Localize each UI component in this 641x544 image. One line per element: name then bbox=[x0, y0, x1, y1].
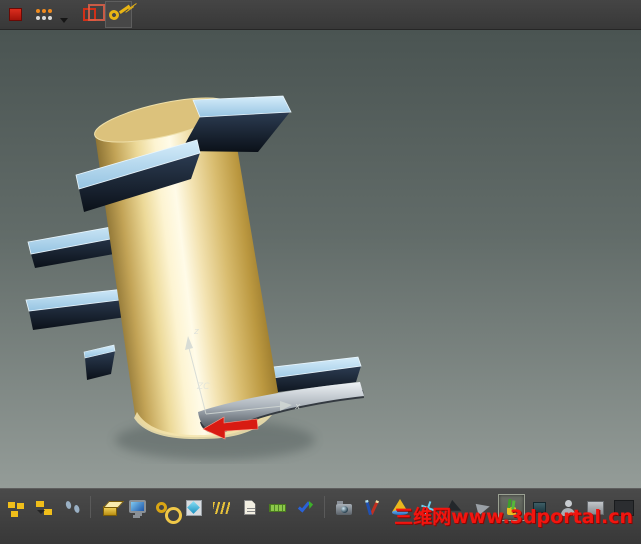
chain-links-icon[interactable] bbox=[152, 494, 182, 524]
dropdown-arrow-icon[interactable] bbox=[60, 18, 68, 23]
origin-label: ZC bbox=[196, 382, 210, 392]
z-axis-label: z bbox=[193, 327, 199, 337]
application-window: z x ZC 三维网www.3dportal.cn bbox=[0, 0, 641, 544]
blade-left-small bbox=[83, 344, 116, 380]
brushes-icon[interactable] bbox=[358, 494, 385, 521]
red-cube-icon-glyph bbox=[83, 4, 105, 21]
yellow-blocks-icon-glyph bbox=[7, 500, 25, 516]
checkmark-icon[interactable] bbox=[292, 494, 319, 521]
yellow-steps-icon-glyph bbox=[35, 500, 53, 516]
brushes-icon-glyph bbox=[364, 500, 380, 516]
chain-links-icon-glyph bbox=[155, 502, 182, 524]
watermark-text: 三维网www.3dportal.cn bbox=[394, 506, 633, 528]
display-icon-glyph bbox=[129, 499, 146, 516]
key-icon[interactable] bbox=[105, 1, 132, 28]
ruler-icon-glyph bbox=[269, 503, 286, 512]
toolbar-separator bbox=[90, 496, 91, 518]
ruler-icon[interactable] bbox=[264, 494, 291, 521]
dots-grid-icon[interactable] bbox=[31, 1, 58, 28]
footprints-icon-glyph bbox=[64, 500, 80, 516]
tag-icon[interactable] bbox=[236, 494, 263, 521]
yellow-steps-icon[interactable] bbox=[30, 494, 57, 521]
model-impeller[interactable] bbox=[25, 89, 364, 460]
dots-grid-icon-glyph bbox=[35, 8, 54, 21]
box-icon-glyph bbox=[102, 505, 117, 516]
diamond-box-icon[interactable] bbox=[180, 494, 207, 521]
key-icon-glyph bbox=[106, 7, 121, 22]
diamond-box-icon-glyph bbox=[185, 499, 202, 516]
box-icon[interactable] bbox=[96, 494, 123, 521]
toolbar-separator bbox=[324, 496, 325, 518]
red-cube-icon[interactable] bbox=[76, 1, 105, 28]
display-icon[interactable] bbox=[124, 494, 151, 521]
tag-icon-glyph bbox=[243, 500, 256, 515]
viewport-3d[interactable]: z x ZC bbox=[0, 30, 641, 488]
footprints-icon[interactable] bbox=[58, 494, 85, 521]
spring-icon[interactable] bbox=[208, 494, 235, 521]
camera-icon[interactable] bbox=[330, 494, 357, 521]
camera-icon-glyph bbox=[335, 501, 352, 515]
spring-icon-glyph bbox=[213, 501, 230, 514]
red-swatch-icon-glyph bbox=[9, 8, 22, 21]
top-toolbar bbox=[0, 0, 641, 30]
red-swatch-icon[interactable] bbox=[2, 1, 29, 28]
checkmark-icon-glyph bbox=[297, 498, 310, 513]
yellow-blocks-icon[interactable] bbox=[2, 494, 29, 521]
x-axis-label: x bbox=[294, 402, 301, 412]
model-canvas: z x ZC bbox=[25, 89, 364, 460]
